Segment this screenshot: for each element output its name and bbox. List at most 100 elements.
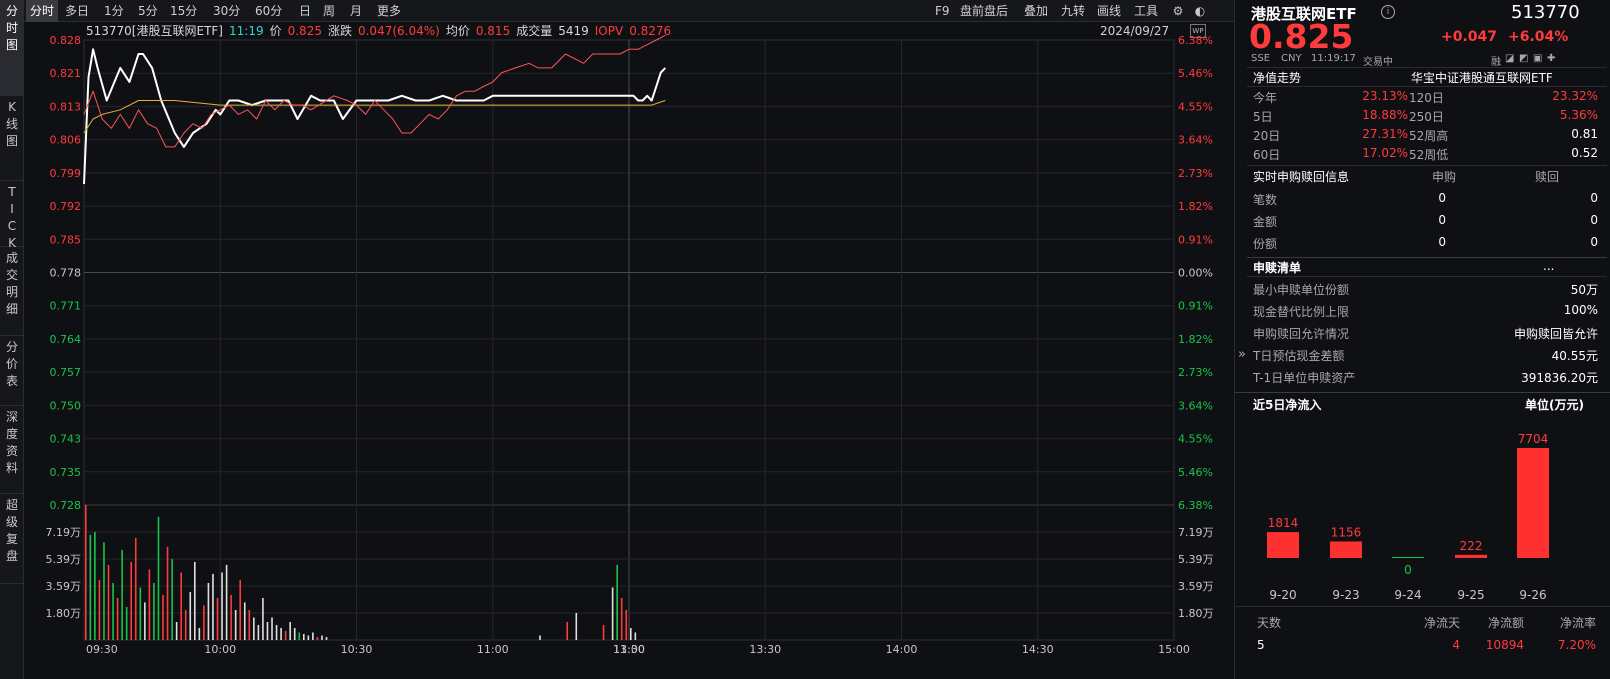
divider: [1247, 276, 1607, 277]
pct-tick-label: 2.73%: [1178, 366, 1213, 379]
vtab-1[interactable]: K线图: [0, 96, 24, 181]
vtab-0[interactable]: 分时图: [0, 0, 24, 96]
price-tick-label: 0.821: [50, 67, 82, 80]
vtab-3[interactable]: 成交明细: [0, 247, 24, 336]
vtab-char: 交: [5, 268, 18, 282]
vtab-4[interactable]: 分价表: [0, 336, 24, 406]
intraday-chart[interactable]: 0.828 6.38% 0.821 5.46% 0.813 4.55% 0.806 3.64%…: [24, 22, 1234, 662]
net-inflow-chart: 1814 9-20 1156 9-23 0 9-24 222 9-25 7704 9-26: [1267, 432, 1549, 602]
vtab-char: 时: [5, 21, 18, 35]
time-tick-label: 10:00: [204, 643, 236, 656]
nav-v1: 23.13%: [1362, 89, 1408, 103]
panel-icon-2[interactable]: ◩: [1519, 53, 1528, 64]
vtab-char: 度: [5, 427, 18, 441]
flow-value-label: 1814: [1268, 516, 1299, 530]
divider: [1247, 257, 1607, 258]
series-line-1: [83, 100, 666, 134]
toolbar-item-4[interactable]: 画线: [1097, 0, 1121, 22]
panel-icon-4[interactable]: ✚: [1547, 53, 1555, 64]
pct-tick-label: 0.91%: [1178, 300, 1213, 313]
stats-value: 5: [1257, 638, 1265, 652]
period-tab-2[interactable]: 1分: [104, 0, 124, 22]
volume-bar: [198, 627, 201, 640]
info-icon[interactable]: i: [1381, 5, 1395, 19]
volume-bar: [316, 636, 319, 640]
series-line-0: [83, 48, 667, 185]
volume-bar: [266, 621, 269, 640]
price-tick-label: 0.828: [50, 34, 82, 47]
list-value: 50万: [1570, 283, 1598, 297]
volume-bar: [634, 632, 637, 640]
vol-tick-label-right: 3.59万: [1178, 580, 1214, 593]
gear-icon[interactable]: ⚙: [1170, 3, 1186, 19]
price-tick-label: 0.735: [50, 466, 82, 479]
vtab-2[interactable]: TICK: [0, 181, 24, 250]
period-tab-1[interactable]: 多日: [65, 0, 89, 22]
volume-bar: [312, 632, 314, 640]
vtab-char: 线: [5, 117, 18, 131]
list-value: 391836.20元: [1521, 371, 1598, 385]
flow-category-label: 9-20: [1269, 588, 1296, 602]
period-tab-3[interactable]: 5分: [138, 0, 158, 22]
divider: [1235, 392, 1610, 393]
vtab-char: 明: [5, 285, 18, 299]
volume-bar: [221, 572, 223, 640]
period-tab-8[interactable]: 周: [323, 0, 335, 22]
period-tab-4[interactable]: 15分: [170, 0, 197, 22]
volume-bar: [303, 633, 305, 640]
period-tab-6[interactable]: 60分: [255, 0, 282, 22]
volume-bar: [121, 549, 123, 640]
pct-tick-label: 0.00%: [1178, 267, 1213, 280]
pct-tick-label: 4.55%: [1178, 100, 1213, 113]
nav-l1: 5日: [1253, 110, 1273, 124]
vtab-char: 复: [5, 532, 18, 546]
vtab-5[interactable]: 深度资料: [0, 406, 24, 494]
volume-bar: [184, 609, 187, 640]
nav-l1: 今年: [1253, 91, 1278, 105]
vtab-char: 超: [5, 498, 18, 512]
panel-icon-3[interactable]: ▣: [1533, 53, 1542, 64]
pct-tick-label: 1.82%: [1178, 333, 1213, 346]
volume-bar: [116, 597, 119, 640]
collapse-icon[interactable]: »: [1238, 347, 1246, 362]
nav-title: 净值走势: [1253, 71, 1302, 85]
volume-bar: [203, 605, 205, 640]
volume-bar: [139, 587, 142, 640]
volume-bar: [566, 621, 569, 640]
toolbar-item-1[interactable]: 盘前盘后: [960, 0, 1008, 22]
pct-tick-label: 3.64%: [1178, 399, 1213, 412]
volume-bar: [625, 609, 628, 640]
toolbar-item-3[interactable]: 九转: [1061, 0, 1085, 22]
period-tab-5[interactable]: 30分: [213, 0, 240, 22]
skin-icon[interactable]: ◐: [1192, 3, 1208, 19]
volume-bar: [162, 594, 164, 640]
vtab-6[interactable]: 超级复盘: [0, 494, 24, 584]
toolbar-item-5[interactable]: 工具: [1134, 0, 1158, 22]
volume-bar: [216, 597, 219, 640]
period-tab-0[interactable]: 分时: [26, 0, 59, 22]
vol-tick-label: 3.59万: [46, 580, 82, 593]
time-tick-label: 13:30: [749, 643, 781, 656]
nav-l2: 52周低: [1409, 148, 1449, 162]
volume-bar: [125, 606, 128, 640]
volume-bar: [262, 597, 264, 640]
period-tab-7[interactable]: 日: [299, 0, 311, 22]
vtab-char: 资: [5, 444, 18, 458]
flow-value-label: 222: [1460, 539, 1483, 553]
sub-label: 笔数: [1253, 193, 1278, 207]
list-more-button[interactable]: ...: [1543, 259, 1554, 273]
exchange: SSE: [1251, 53, 1271, 64]
sub-v2: 0: [1590, 213, 1598, 227]
period-tab-10[interactable]: 更多: [377, 0, 401, 22]
toolbar-item-0[interactable]: F9: [935, 0, 950, 22]
nav-l1: 20日: [1253, 129, 1281, 143]
volume-bar: [157, 516, 160, 640]
nav-l2: 52周高: [1409, 129, 1449, 143]
panel-icon-1[interactable]: ◪: [1505, 53, 1514, 64]
vtab-char: 成: [5, 251, 18, 265]
period-tab-9[interactable]: 月: [350, 0, 362, 22]
toolbar-item-2[interactable]: 叠加: [1024, 0, 1048, 22]
flow-value-label: 1156: [1331, 525, 1362, 539]
volume-bar: [616, 564, 618, 640]
price-tick-label: 0.785: [50, 233, 82, 246]
